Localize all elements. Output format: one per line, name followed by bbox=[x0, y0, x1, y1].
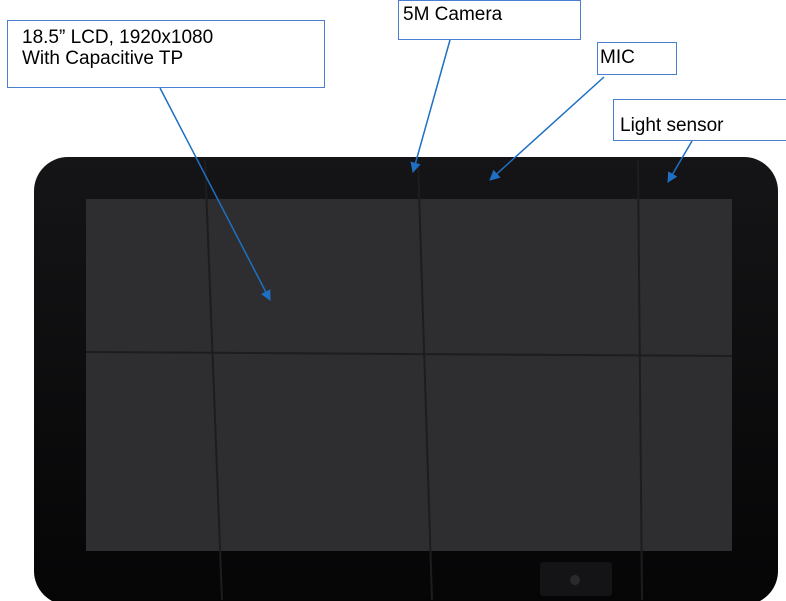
lcd-screen bbox=[86, 199, 732, 551]
light-sensor-callout-box: Light sensor bbox=[613, 99, 786, 141]
mic-label: MIC bbox=[600, 47, 635, 68]
mic-callout-box: MIC bbox=[597, 42, 677, 75]
device-diagram: 18.5” LCD, 1920x1080 With Capacitive TP … bbox=[0, 0, 786, 601]
camera-label: 5M Camera bbox=[403, 4, 503, 25]
lcd-spec-line-1: 18.5” LCD, 1920x1080 bbox=[22, 27, 214, 48]
camera-callout-box: 5M Camera bbox=[398, 0, 581, 40]
bottom-port-hole bbox=[570, 575, 580, 585]
lcd-spec-line-2: With Capacitive TP bbox=[22, 48, 184, 69]
display-device-illustration bbox=[34, 39, 778, 601]
lcd-callout-box: 18.5” LCD, 1920x1080 With Capacitive TP bbox=[7, 20, 325, 88]
camera-callout-arrow bbox=[410, 39, 451, 174]
light-sensor-label: Light sensor bbox=[620, 115, 724, 136]
